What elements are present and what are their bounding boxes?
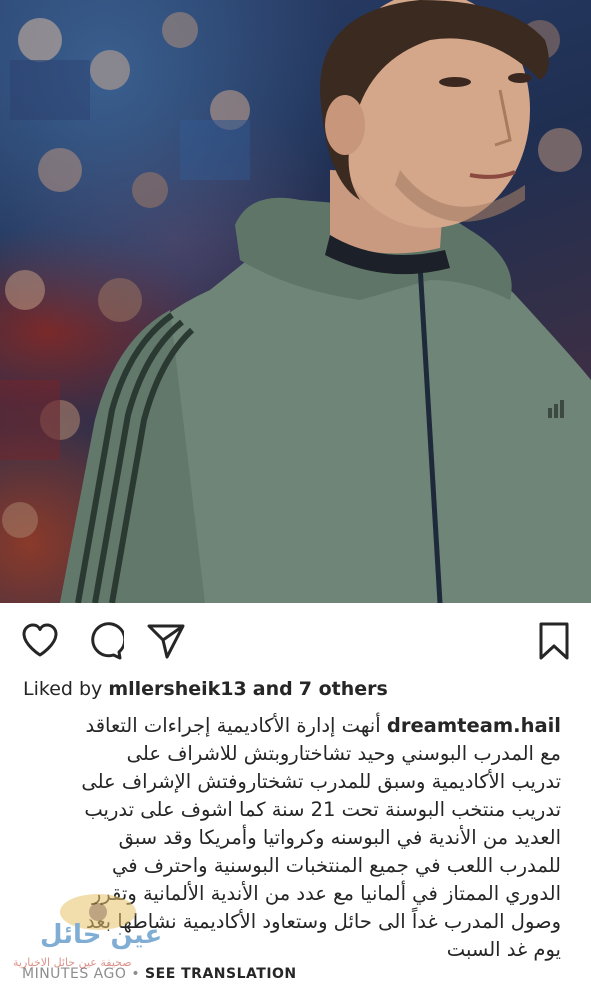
caption-username[interactable]: dreamteam.hail [387, 714, 561, 737]
share-button[interactable] [146, 621, 186, 661]
watermark-logo: عين حائل صحيفة عين حائل الاخبارية [8, 890, 183, 985]
watermark-subtitle: صحيفة عين حائل الاخبارية [13, 956, 132, 969]
watermark-title: عين حائل [40, 920, 163, 950]
caption-line: تدريب منتخب البوسنة تحت 21 سنة كما اشوف … [84, 798, 561, 821]
likes-prefix: Liked by [23, 678, 103, 700]
comment-button[interactable] [84, 621, 127, 661]
heart-icon [22, 623, 58, 657]
likes-summary: Liked by mllersheik13 and 7 others [23, 678, 388, 700]
caption-first-line: dreamteam.hail أنهت إدارة الأكاديمية إجر… [21, 712, 562, 740]
likes-and: and [252, 678, 293, 700]
comment-icon [91, 622, 127, 660]
caption-text: أنهت إدارة الأكاديمية إجراءات التعاقد [85, 714, 381, 737]
post-photo[interactable] [0, 0, 591, 603]
bookmark-icon [539, 622, 569, 660]
coach-photo-illustration [0, 0, 591, 603]
likes-others-link[interactable]: 7 others [299, 678, 388, 700]
caption-line: مع المدرب البوسني وحيد تشاختاروبتش للاشر… [126, 742, 561, 765]
liked-by-username[interactable]: mllersheik13 [108, 678, 246, 700]
caption-line: العديد من الأندية في البوسنه وكرواتيا وأ… [118, 826, 561, 849]
send-icon [147, 624, 185, 659]
caption-line: تدريب الأكاديمية وسبق للمدرب تشختاروفتش … [81, 770, 561, 793]
caption-line: للمدرب اللعب في جميع المنتخبات البوسنية … [112, 854, 561, 877]
post-action-bar [0, 603, 591, 677]
save-button[interactable] [534, 621, 574, 661]
like-button[interactable] [20, 621, 60, 661]
